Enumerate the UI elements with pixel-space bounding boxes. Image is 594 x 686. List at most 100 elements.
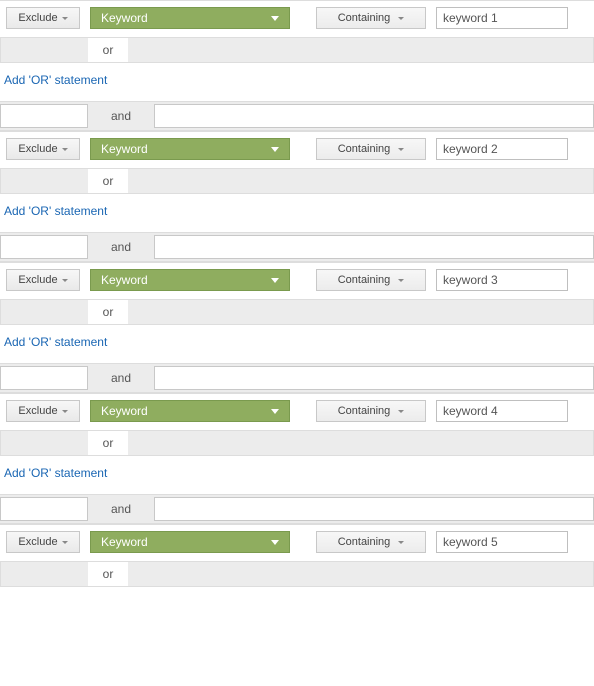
and-row: and: [0, 363, 594, 393]
or-row: or: [0, 37, 594, 63]
and-right-box[interactable]: [154, 104, 594, 128]
filter-row: Exclude Keyword Containing: [0, 0, 594, 37]
value-input[interactable]: [436, 7, 568, 29]
caret-down-icon: [271, 409, 279, 414]
filter-block: Exclude Keyword Containing orAdd 'OR' state…: [0, 393, 594, 524]
and-label: and: [88, 233, 154, 261]
or-row: or: [0, 561, 594, 587]
and-left-box[interactable]: [0, 104, 88, 128]
exclude-button[interactable]: Exclude: [6, 269, 80, 291]
or-right-cell: [128, 37, 594, 63]
and-left-box[interactable]: [0, 366, 88, 390]
condition-select[interactable]: Containing: [316, 7, 426, 29]
or-left-cell: [0, 168, 88, 194]
or-label: or: [88, 430, 128, 456]
caret-down-icon: [62, 410, 68, 413]
condition-select[interactable]: Containing: [316, 400, 426, 422]
exclude-label: Exclude: [18, 274, 57, 286]
filter-block: Exclude Keyword Containing orAdd 'OR' state…: [0, 0, 594, 131]
and-row: and: [0, 494, 594, 524]
exclude-button[interactable]: Exclude: [6, 400, 80, 422]
condition-select[interactable]: Containing: [316, 269, 426, 291]
exclude-label: Exclude: [18, 12, 57, 24]
or-left-cell: [0, 37, 88, 63]
condition-label: Containing: [338, 536, 391, 548]
value-input[interactable]: [436, 531, 568, 553]
exclude-button[interactable]: Exclude: [6, 531, 80, 553]
or-right-cell: [128, 561, 594, 587]
or-label: or: [88, 561, 128, 587]
caret-down-icon: [398, 279, 404, 282]
caret-down-icon: [398, 410, 404, 413]
caret-down-icon: [398, 17, 404, 20]
and-right-box[interactable]: [154, 235, 594, 259]
filter-row: Exclude Keyword Containing: [0, 393, 594, 430]
exclude-label: Exclude: [18, 405, 57, 417]
or-row: or: [0, 430, 594, 456]
or-left-cell: [0, 299, 88, 325]
dimension-select[interactable]: Keyword: [90, 7, 290, 29]
caret-down-icon: [398, 541, 404, 544]
dimension-select[interactable]: Keyword: [90, 400, 290, 422]
exclude-label: Exclude: [18, 536, 57, 548]
exclude-label: Exclude: [18, 143, 57, 155]
dimension-label: Keyword: [101, 11, 148, 25]
and-label: and: [88, 364, 154, 392]
condition-label: Containing: [338, 274, 391, 286]
filter-block: Exclude Keyword Containing or: [0, 524, 594, 587]
exclude-button[interactable]: Exclude: [6, 138, 80, 160]
and-right-box[interactable]: [154, 366, 594, 390]
value-input[interactable]: [436, 269, 568, 291]
or-right-cell: [128, 299, 594, 325]
caret-down-icon: [398, 148, 404, 151]
add-or-link[interactable]: Add 'OR' statement: [0, 63, 594, 101]
caret-down-icon: [271, 278, 279, 283]
dimension-label: Keyword: [101, 535, 148, 549]
filter-row: Exclude Keyword Containing: [0, 524, 594, 561]
and-right-box[interactable]: [154, 497, 594, 521]
and-left-box[interactable]: [0, 497, 88, 521]
and-row: and: [0, 101, 594, 131]
or-label: or: [88, 168, 128, 194]
dimension-label: Keyword: [101, 142, 148, 156]
caret-down-icon: [62, 17, 68, 20]
filter-row: Exclude Keyword Containing: [0, 262, 594, 299]
dimension-select[interactable]: Keyword: [90, 269, 290, 291]
add-or-link[interactable]: Add 'OR' statement: [0, 456, 594, 494]
or-row: or: [0, 299, 594, 325]
caret-down-icon: [62, 148, 68, 151]
and-row: and: [0, 232, 594, 262]
or-left-cell: [0, 430, 88, 456]
condition-label: Containing: [338, 143, 391, 155]
dimension-select[interactable]: Keyword: [90, 531, 290, 553]
caret-down-icon: [62, 279, 68, 282]
condition-select[interactable]: Containing: [316, 138, 426, 160]
or-row: or: [0, 168, 594, 194]
and-label: and: [88, 495, 154, 523]
caret-down-icon: [62, 541, 68, 544]
dimension-select[interactable]: Keyword: [90, 138, 290, 160]
value-input[interactable]: [436, 400, 568, 422]
caret-down-icon: [271, 147, 279, 152]
caret-down-icon: [271, 540, 279, 545]
or-left-cell: [0, 561, 88, 587]
condition-label: Containing: [338, 405, 391, 417]
filter-block: Exclude Keyword Containing orAdd 'OR' state…: [0, 262, 594, 393]
dimension-label: Keyword: [101, 273, 148, 287]
or-right-cell: [128, 430, 594, 456]
exclude-button[interactable]: Exclude: [6, 7, 80, 29]
condition-select[interactable]: Containing: [316, 531, 426, 553]
and-label: and: [88, 102, 154, 130]
or-label: or: [88, 37, 128, 63]
or-label: or: [88, 299, 128, 325]
value-input[interactable]: [436, 138, 568, 160]
caret-down-icon: [271, 16, 279, 21]
dimension-label: Keyword: [101, 404, 148, 418]
or-right-cell: [128, 168, 594, 194]
add-or-link[interactable]: Add 'OR' statement: [0, 325, 594, 363]
condition-label: Containing: [338, 12, 391, 24]
add-or-link[interactable]: Add 'OR' statement: [0, 194, 594, 232]
filter-row: Exclude Keyword Containing: [0, 131, 594, 168]
filter-block: Exclude Keyword Containing orAdd 'OR' state…: [0, 131, 594, 262]
and-left-box[interactable]: [0, 235, 88, 259]
